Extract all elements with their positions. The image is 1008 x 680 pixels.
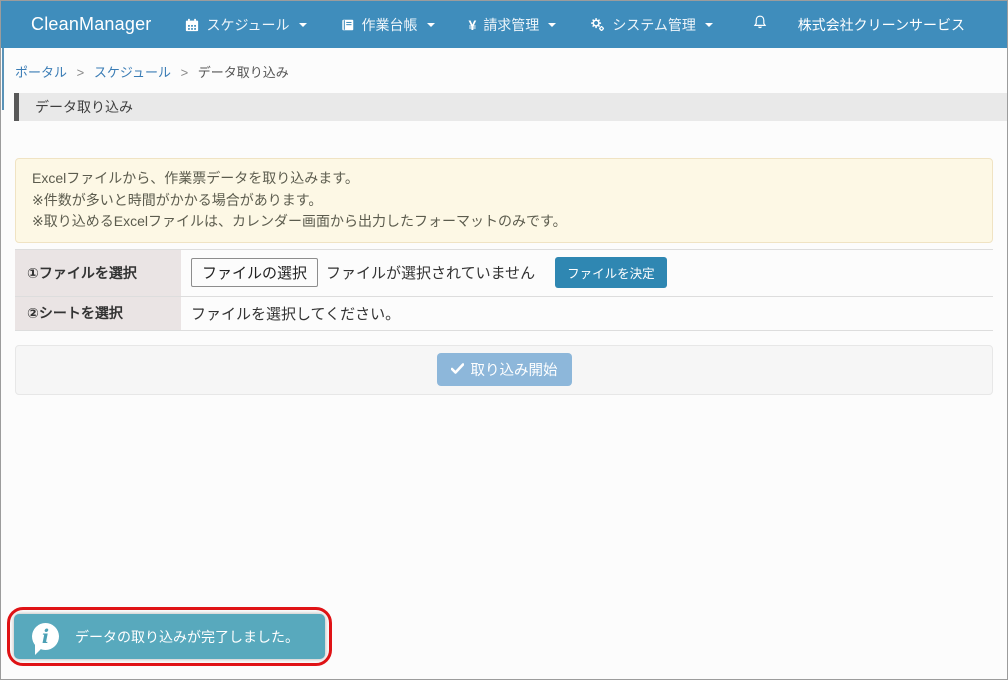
gears-icon [590, 17, 605, 32]
check-icon [450, 362, 464, 378]
nav-menu-label: 作業台帳 [361, 16, 418, 33]
chevron-down-icon [548, 22, 557, 27]
chevron-down-icon [704, 22, 713, 27]
table-row: ①ファイルを選択 ファイルの選択 ファイルが選択されていません ファイルを決定 [15, 248, 993, 296]
window-edge-artifact [2, 48, 4, 110]
file-status-text: ファイルが選択されていません [326, 265, 536, 282]
confirm-file-button[interactable]: ファイルを決定 [555, 257, 667, 288]
chevron-down-icon [298, 22, 307, 27]
notice-line: ※件数が多いと時間がかかる場合があります。 [32, 191, 323, 208]
start-import-label: 取り込み開始 [470, 363, 558, 379]
breadcrumb-separator: > [180, 65, 189, 80]
annotation-highlight: i データの取り込みが完了しました。 [7, 607, 332, 666]
nav-menu-schedule[interactable]: スケジュール [185, 15, 307, 35]
sheet-select-label: ②シートを選択 [15, 296, 181, 330]
notice-line: ※取り込めるExcelファイルは、カレンダー画面から出力したフォーマットのみです… [32, 213, 567, 229]
brand-logo[interactable]: CleanManager [31, 14, 151, 35]
breadcrumb-link-portal[interactable]: ポータル [15, 65, 67, 80]
nav-menu-label: スケジュール [206, 16, 290, 33]
breadcrumb-current: データ取り込み [197, 65, 289, 80]
file-select-content: ファイルの選択 ファイルが選択されていません ファイルを決定 [181, 257, 993, 288]
sheet-hint-text: ファイルを選択してください。 [191, 305, 401, 323]
table-row: ②シートを選択 ファイルを選択してください。 [15, 295, 993, 330]
nav-menu-system[interactable]: システム管理 [590, 15, 713, 35]
nav-menu-work-ledger[interactable]: 作業台帳 [341, 15, 435, 35]
nav-menu-billing[interactable]: ¥ 請求管理 [469, 15, 557, 35]
file-select-label: ①ファイルを選択 [15, 249, 181, 296]
start-import-button[interactable]: 取り込み開始 [436, 353, 572, 386]
breadcrumb: ポータル > スケジュール > データ取り込み [1, 48, 1007, 93]
page-title: データ取り込み [14, 93, 1007, 121]
app-window: CleanManager スケジュール 作業台帳 ¥ 請求管理 システム管理 株… [0, 0, 1008, 680]
sheet-select-content: ファイルを選択してください。 [181, 303, 993, 324]
submit-panel: 取り込み開始 [15, 344, 993, 395]
bell-icon [752, 14, 768, 36]
breadcrumb-link-schedule[interactable]: スケジュール [94, 65, 171, 80]
navbar: CleanManager スケジュール 作業台帳 ¥ 請求管理 システム管理 株… [1, 1, 1007, 48]
toast-notification: i データの取り込みが完了しました。 [14, 614, 325, 659]
file-input-button[interactable]: ファイルの選択 [191, 258, 319, 287]
user-company-menu[interactable]: 株式会社クリーンサービス [798, 15, 965, 35]
toast-message: データの取り込みが完了しました。 [75, 628, 299, 645]
yen-icon: ¥ [468, 16, 477, 33]
chevron-down-icon [426, 22, 435, 27]
notice-box: Excelファイルから、作業票データを取り込みます。 ※件数が多いと時間がかかる… [15, 158, 993, 243]
breadcrumb-separator: > [76, 65, 85, 80]
info-icon: i [32, 623, 59, 655]
notifications-button[interactable] [752, 14, 768, 36]
nav-menu-label: システム管理 [612, 16, 696, 33]
notice-line: Excelファイルから、作業票データを取り込みます。 [32, 170, 359, 186]
calendar-icon [185, 18, 199, 32]
book-icon [341, 18, 355, 32]
import-form: ①ファイルを選択 ファイルの選択 ファイルが選択されていません ファイルを決定 … [15, 248, 993, 331]
nav-menu-label: 請求管理 [483, 16, 540, 33]
